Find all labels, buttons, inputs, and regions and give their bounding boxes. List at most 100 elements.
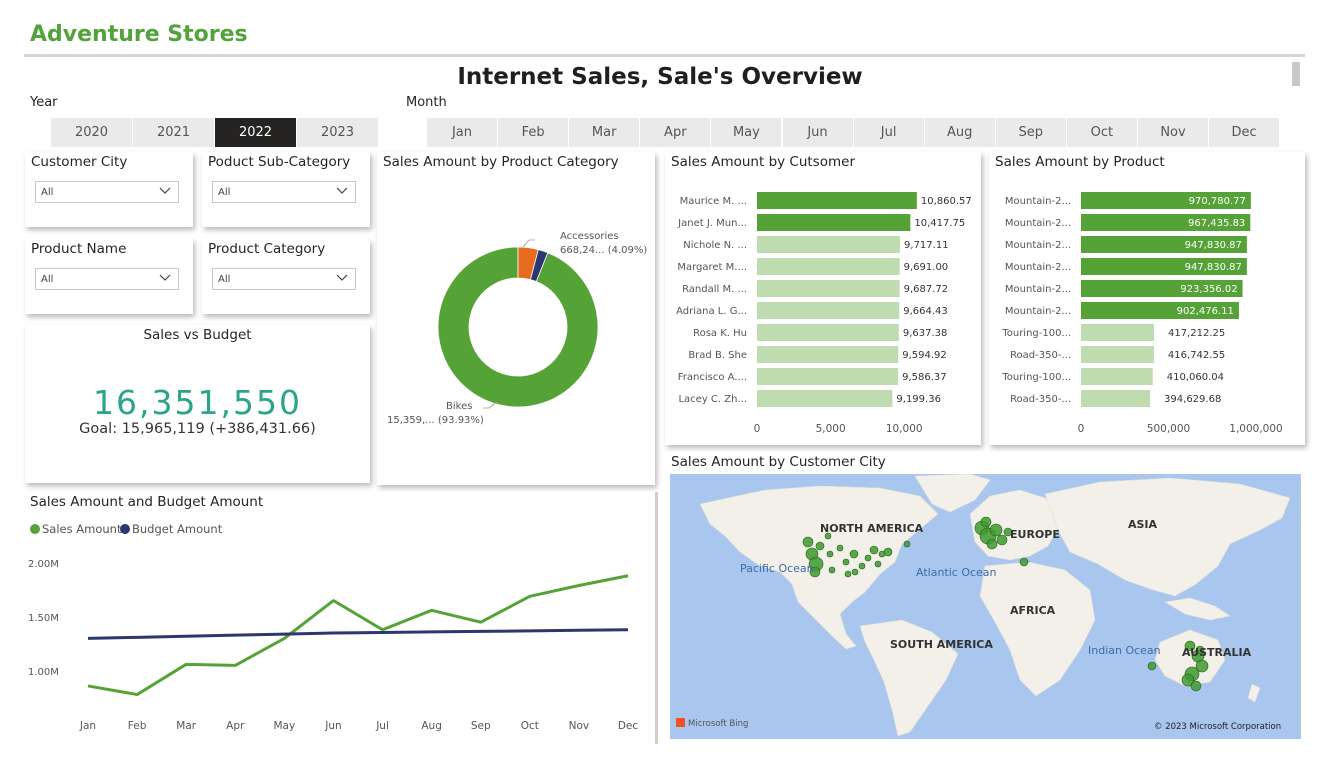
- bar-value-label: 416,742.55: [1168, 350, 1225, 361]
- chevron-down-icon: [159, 274, 171, 281]
- bar-category-label: Rosa K. Hu: [693, 328, 747, 339]
- map-card[interactable]: Sales Amount by Customer City NORTH AMER…: [665, 452, 1305, 744]
- x-axis-tick-label: Jun: [324, 720, 341, 732]
- month-tile-apr[interactable]: Apr: [640, 118, 712, 147]
- month-tile-jul[interactable]: Jul: [853, 118, 925, 147]
- year-tile-2020[interactable]: 2020: [51, 118, 133, 147]
- x-axis-tick-label: Feb: [128, 720, 147, 732]
- bar[interactable]: [757, 192, 917, 209]
- panel-divider: [655, 492, 658, 744]
- month-tile-jun[interactable]: Jun: [782, 118, 854, 147]
- bar-category-label: Mountain-2...: [1005, 196, 1071, 207]
- dropdown-value: All: [41, 187, 54, 198]
- bar-value-label: 902,476.11: [1177, 306, 1234, 317]
- filter-card-customer-city: Customer City All: [25, 152, 193, 227]
- y-axis-tick-label: 2.00M: [28, 559, 59, 570]
- year-tile-2022[interactable]: 2022: [215, 118, 297, 147]
- x-axis-tick-label: 1,000,000: [1229, 423, 1282, 435]
- x-axis-tick-label: Jul: [375, 720, 389, 732]
- bar-value-label: 9,594.92: [902, 350, 947, 361]
- month-tile-mar[interactable]: Mar: [569, 118, 641, 147]
- bar-value-label: 9,687.72: [904, 284, 949, 295]
- x-axis-tick-label: Sep: [471, 720, 491, 732]
- donut-label-bikes: Bikes: [446, 401, 472, 412]
- bar-category-label: Mountain-2...: [1005, 284, 1071, 295]
- bar[interactable]: [757, 258, 900, 275]
- donut-value-accessories: 668,24... (4.09%): [560, 245, 647, 256]
- product-category-dropdown[interactable]: All: [212, 268, 356, 290]
- bar[interactable]: [1081, 368, 1153, 385]
- map-credit: Microsoft Bing: [688, 719, 748, 729]
- product-bar-chart-card[interactable]: Sales Amount by Product Mountain-2... 970…: [989, 152, 1305, 445]
- filter-label: Customer City: [31, 154, 128, 170]
- month-tile-may[interactable]: May: [711, 118, 783, 147]
- chevron-down-icon: [336, 187, 348, 194]
- x-axis-tick-label: Nov: [569, 720, 590, 732]
- map-label-indian: Indian Ocean: [1088, 644, 1161, 657]
- world-map[interactable]: NORTH AMERICA EUROPE ASIA AFRICA SOUTH A…: [670, 474, 1301, 739]
- year-tile-2021[interactable]: 2021: [133, 118, 215, 147]
- bar[interactable]: [757, 368, 899, 385]
- x-axis-tick-label: 0: [1078, 423, 1085, 435]
- map-label-asia: ASIA: [1128, 518, 1158, 531]
- product-bar-chart: Mountain-2... 970,780.77 Mountain-2... 967,…: [1001, 192, 1283, 435]
- subcategory-dropdown[interactable]: All: [212, 181, 356, 203]
- bar-value-label: 9,717.11: [904, 240, 949, 251]
- legend-budget-label: Budget Amount: [132, 522, 223, 536]
- month-tile-aug[interactable]: Aug: [924, 118, 996, 147]
- bar-value-label: 9,199.36: [896, 394, 941, 405]
- y-axis-tick-label: 1.00M: [28, 667, 59, 678]
- month-tile-feb[interactable]: Feb: [498, 118, 570, 147]
- x-axis-tick-label: Dec: [618, 720, 639, 732]
- bar[interactable]: [1081, 324, 1155, 341]
- bar[interactable]: [757, 324, 899, 341]
- x-axis-tick-label: Apr: [226, 720, 245, 732]
- bar-category-label: Mountain-2...: [1005, 262, 1071, 273]
- month-tile-jan[interactable]: Jan: [427, 118, 498, 147]
- kpi-card[interactable]: Sales vs Budget 16,351,550 Goal: 15,965,…: [25, 325, 370, 483]
- donut-label-accessories: Accessories: [560, 231, 619, 242]
- page-scrollbar[interactable]: [1292, 62, 1300, 86]
- bar[interactable]: [757, 280, 900, 297]
- month-tile-nov[interactable]: Nov: [1138, 118, 1209, 147]
- bar[interactable]: [1081, 346, 1154, 363]
- month-tile-oct[interactable]: Oct: [1066, 118, 1138, 147]
- bar-category-label: Janet J. Mun...: [677, 218, 747, 229]
- month-tile-sep[interactable]: Sep: [995, 118, 1067, 147]
- map-label-atlantic: Atlantic Ocean: [916, 566, 997, 579]
- x-axis-tick-label: Jan: [79, 720, 96, 732]
- kpi-goal: Goal: 15,965,119 (+386,431.66): [79, 421, 316, 437]
- bar[interactable]: [1081, 390, 1151, 407]
- bar-value-label: 9,586.37: [902, 372, 947, 383]
- donut-chart: Accessories 668,24... (4.09%) Bikes 15,359,…: [387, 231, 647, 426]
- bar-value-label: 410,060.04: [1167, 372, 1224, 383]
- bar-category-label: Road-350-...: [1010, 350, 1071, 361]
- product-name-dropdown[interactable]: All: [35, 268, 179, 290]
- year-slicer-label: Year: [30, 95, 58, 110]
- donut-chart-card[interactable]: Sales Amount by Product Category Accesso…: [377, 152, 655, 485]
- customer-bar-chart-card[interactable]: Sales Amount by Cutsomer Maurice M. ... 1…: [665, 152, 981, 445]
- bar-category-label: Road-350-...: [1010, 394, 1071, 405]
- year-tile-2023[interactable]: 2023: [297, 118, 379, 147]
- bar[interactable]: [757, 236, 901, 253]
- bar[interactable]: [757, 214, 911, 231]
- bar[interactable]: [757, 346, 899, 363]
- filter-label: Product Name: [31, 241, 127, 257]
- budget-amount-line[interactable]: [87, 628, 629, 640]
- bar-value-label: 967,435.83: [1188, 218, 1245, 229]
- bar[interactable]: [757, 302, 900, 319]
- line-chart: Sales Amount Budget Amount 1.00M 1.50M 2.00M…: [28, 522, 639, 732]
- kpi-value: 16,351,550: [93, 383, 302, 422]
- dropdown-value: All: [218, 274, 231, 285]
- month-tile-dec[interactable]: Dec: [1209, 118, 1281, 147]
- chevron-down-icon: [159, 187, 171, 194]
- bar[interactable]: [757, 390, 893, 407]
- filter-card-product-name: Product Name All: [25, 239, 193, 314]
- filter-card-subcategory: Poduct Sub-Category All: [202, 152, 370, 227]
- bar-value-label: 970,780.77: [1189, 196, 1246, 207]
- bar-category-label: Brad B. She: [688, 350, 747, 361]
- x-axis-tick-label: 0: [754, 423, 761, 435]
- customer-city-dropdown[interactable]: All: [35, 181, 179, 203]
- donut-value-bikes: 15,359,... (93.93%): [387, 415, 484, 426]
- line-chart-card[interactable]: Sales Amount and Budget Amount Sales Amo…: [24, 492, 654, 744]
